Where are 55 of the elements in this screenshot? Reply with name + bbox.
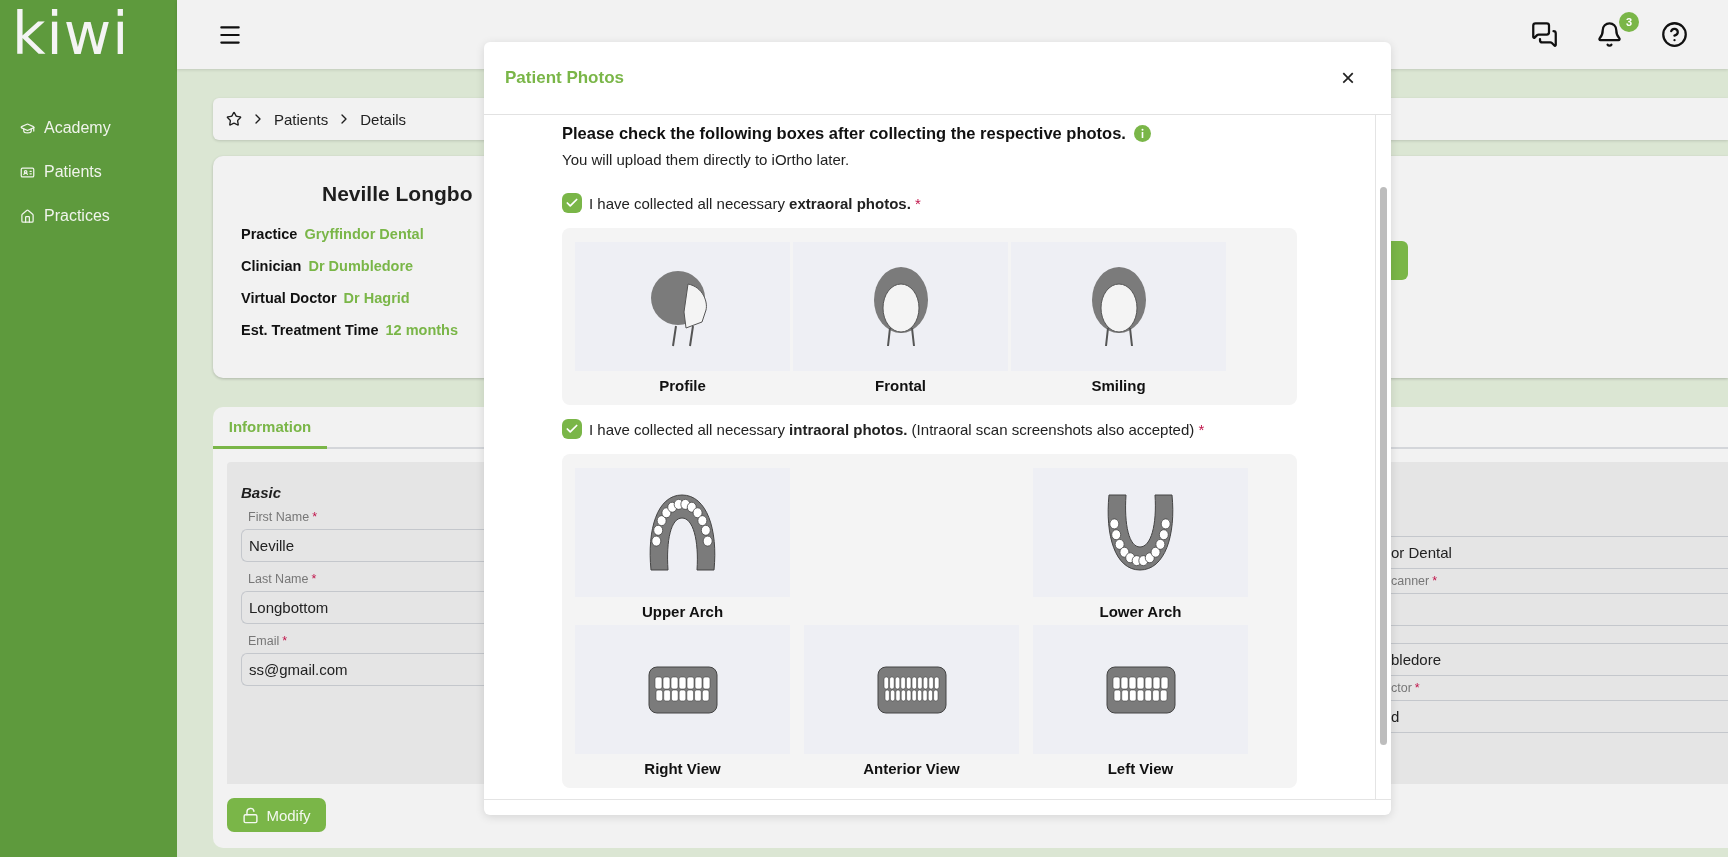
chat-icon [1531,21,1558,48]
photo-label: Anterior View [863,758,960,779]
patient-name: Neville Longbo [322,182,473,206]
nav-icon [20,208,35,224]
check-icon [565,196,579,210]
input-field[interactable]: Neville [241,529,484,562]
scrollbar[interactable] [1380,187,1387,745]
input-field[interactable] [1391,593,1728,626]
checkbox[interactable] [562,193,582,213]
field-label: First Name * [247,510,317,526]
instructions-heading: Please check the following boxes after collecting the respective photos. [562,123,1126,143]
star-icon[interactable] [226,111,242,127]
bell-icon [1596,21,1623,48]
checkbox-label: I have collected all necessary intraoral photos. (Intraoral scan screenshots also accepted) * [589,420,1205,438]
nav-icon [20,164,35,180]
breadcrumb-link[interactable]: Patients [274,110,329,128]
check-icon [565,422,579,436]
section-title: Basic [241,484,282,501]
info-label: Practice [241,226,298,242]
instructions-text: You will upload them directly to iOrtho later. [562,151,850,168]
input-field[interactable]: or Dental [1391,536,1728,569]
photo-label: Left View [1107,758,1174,779]
info-label: Est. Treatment Time [241,322,379,338]
info-value: Gryffindor Dental [304,226,424,242]
input-field[interactable]: Longbottom [241,591,484,624]
photo-label: Lower Arch [1099,601,1182,622]
logo: kiwi [12,4,130,64]
input-field[interactable]: d [1391,700,1728,733]
help-icon [1661,21,1688,48]
checkbox-label: I have collected all necessary extraoral photos. * [589,194,921,212]
dialog-title: Patient Photos [505,68,624,88]
info-label: Virtual Doctor [241,290,337,306]
info-value: Dr Hagrid [343,290,410,306]
photo-label: Upper Arch [641,601,724,622]
field-label: ctor * [1391,682,1420,694]
field-label: canner * [1391,575,1438,587]
unlock-icon [242,806,260,824]
info-value: 12 months [385,322,459,338]
field-label: Last Name * [247,572,317,588]
info-icon[interactable] [1133,124,1151,142]
photo-label: Frontal [875,375,926,396]
info-label: Clinician [241,258,302,274]
input-field[interactable]: bledore [1391,643,1728,676]
photo-label: Smiling [1091,375,1146,396]
photo-label: Right View [644,758,721,779]
input-field[interactable]: ss@gmail.com [241,653,484,686]
nav-icon [20,120,35,136]
notification-badge: 3 [1619,12,1639,32]
breadcrumb-link[interactable]: Details [360,110,407,128]
action-button[interactable] [1391,241,1408,280]
field-label: Email * [247,634,288,650]
close-button[interactable]: × [1337,66,1359,90]
checkbox[interactable] [562,419,582,439]
photo-label: Profile [659,375,706,396]
info-value: Dr Dumbledore [308,258,414,274]
